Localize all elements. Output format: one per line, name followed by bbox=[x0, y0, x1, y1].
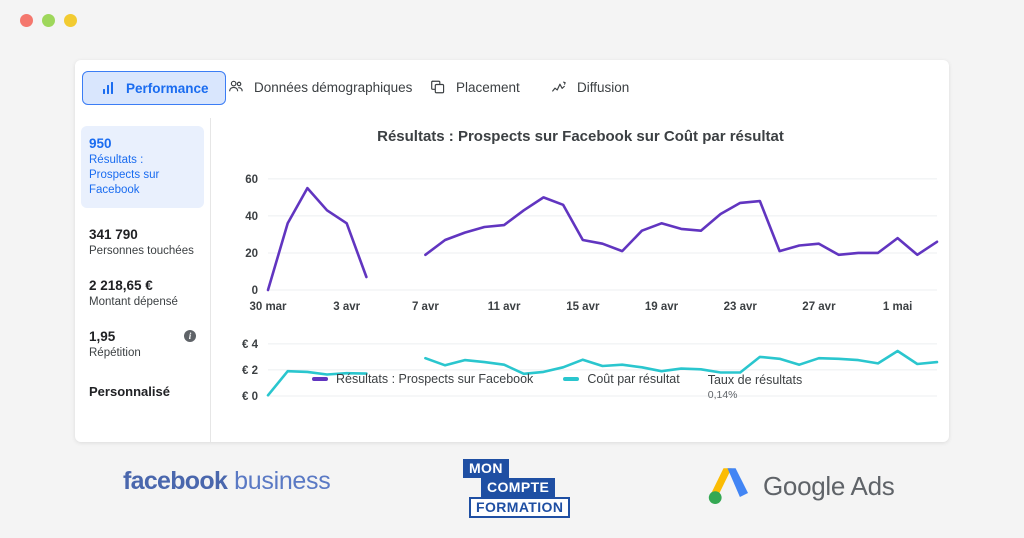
metric-custom-label: Personnalisé bbox=[89, 384, 170, 399]
mcf-line-1: MON bbox=[463, 459, 509, 478]
legend-stat-value: 0,14% bbox=[707, 389, 738, 401]
tab-demographics-label: Données démographiques bbox=[254, 79, 413, 95]
minimize-button[interactable] bbox=[42, 14, 55, 27]
tab-diffusion-label: Diffusion bbox=[577, 79, 630, 95]
svg-text:3 avr: 3 avr bbox=[333, 301, 360, 313]
svg-text:27 avr: 27 avr bbox=[802, 301, 836, 313]
legend-label-results: Résultats : Prospects sur Facebook bbox=[336, 372, 534, 386]
tab-diffusion[interactable]: Diffusion bbox=[550, 71, 629, 103]
performance-card: Performance Données démographiques Place… bbox=[75, 60, 949, 442]
metrics-sidebar: 950 Résultats : Prospects sur Facebook 3… bbox=[75, 118, 211, 442]
google-ads-wordmark: Google Ads bbox=[763, 470, 895, 501]
metric-spend-label: Montant dépensé bbox=[89, 296, 178, 308]
metric-frequency: 1,95 Répétition i bbox=[89, 328, 196, 361]
people-icon bbox=[227, 78, 245, 96]
legend-swatch-cost bbox=[563, 377, 580, 381]
metric-results-value: 950 bbox=[89, 136, 112, 151]
metric-spend: 2 218,65 € Montant dépensé bbox=[89, 277, 196, 310]
legend-stat-title: Taux de résultats bbox=[707, 373, 803, 387]
mcf-line-3: FORMATION bbox=[469, 497, 571, 518]
mon-compte-formation-logo: MON COMPTE FORMATION bbox=[463, 459, 571, 518]
facebook-wordmark: facebook bbox=[123, 467, 228, 495]
chart-title: Résultats : Prospects sur Facebook sur C… bbox=[377, 128, 784, 145]
app-window: Performance Données démographiques Place… bbox=[0, 0, 1024, 538]
business-wordmark: business bbox=[234, 467, 331, 495]
google-ads-logo: Google Ads bbox=[705, 465, 895, 507]
svg-text:7 avr: 7 avr bbox=[412, 301, 439, 313]
legend-label-cost: Coût par résultat bbox=[587, 372, 680, 386]
svg-text:20: 20 bbox=[245, 248, 258, 260]
svg-text:11 avr: 11 avr bbox=[488, 301, 521, 313]
tab-performance-label: Performance bbox=[126, 80, 209, 96]
maximize-button[interactable] bbox=[64, 14, 77, 27]
legend-item-results[interactable]: Résultats : Prospects sur Facebook bbox=[312, 372, 533, 386]
line-chart-icon bbox=[550, 78, 568, 96]
tab-performance[interactable]: Performance bbox=[82, 71, 226, 105]
info-icon[interactable]: i bbox=[184, 330, 196, 342]
metric-custom[interactable]: Personnalisé bbox=[89, 383, 196, 400]
svg-text:40: 40 bbox=[245, 211, 258, 223]
svg-text:15 avr: 15 avr bbox=[566, 301, 600, 313]
layers-icon bbox=[429, 78, 447, 96]
bar-chart-icon bbox=[99, 79, 117, 97]
partner-logos: facebook business MON COMPTE FORMATION G… bbox=[75, 455, 949, 527]
svg-text:23 avr: 23 avr bbox=[724, 301, 758, 313]
svg-text:60: 60 bbox=[245, 174, 258, 186]
metric-frequency-label: Répétition bbox=[89, 347, 141, 359]
chart-panel: Résultats : Prospects sur Facebook sur C… bbox=[212, 118, 949, 442]
svg-text:1 mai: 1 mai bbox=[883, 301, 912, 313]
metric-spend-value: 2 218,65 € bbox=[89, 278, 153, 293]
svg-text:0: 0 bbox=[252, 285, 258, 297]
metric-results-label: Résultats : Prospects sur Facebook bbox=[89, 154, 160, 196]
google-ads-mark-icon bbox=[705, 465, 751, 507]
tab-placement-label: Placement bbox=[456, 79, 520, 95]
legend-item-cost[interactable]: Coût par résultat bbox=[563, 372, 680, 386]
metric-frequency-value: 1,95 bbox=[89, 329, 116, 344]
metric-reach: 341 790 Personnes touchées bbox=[89, 226, 196, 259]
metric-results[interactable]: 950 Résultats : Prospects sur Facebook bbox=[81, 126, 204, 208]
title-bar bbox=[0, 0, 1024, 40]
chart-legend: Résultats : Prospects sur Facebook Coût … bbox=[212, 372, 949, 418]
legend-stat-result-rate: Taux de résultats 0,14% bbox=[708, 372, 803, 402]
legend-swatch-results bbox=[312, 377, 328, 381]
svg-text:30 mar: 30 mar bbox=[249, 301, 287, 313]
tab-demographics[interactable]: Données démographiques bbox=[227, 71, 412, 103]
mcf-line-2: COMPTE bbox=[481, 478, 556, 497]
svg-text:€ 4: € 4 bbox=[242, 339, 259, 351]
svg-text:19 avr: 19 avr bbox=[645, 301, 679, 313]
metric-reach-value: 341 790 bbox=[89, 227, 138, 242]
tab-placement[interactable]: Placement bbox=[429, 71, 520, 103]
close-button[interactable] bbox=[20, 14, 33, 27]
facebook-business-logo: facebook business bbox=[123, 467, 331, 496]
metric-reach-label: Personnes touchées bbox=[89, 245, 194, 257]
tab-bar: Performance Données démographiques Place… bbox=[75, 60, 949, 118]
